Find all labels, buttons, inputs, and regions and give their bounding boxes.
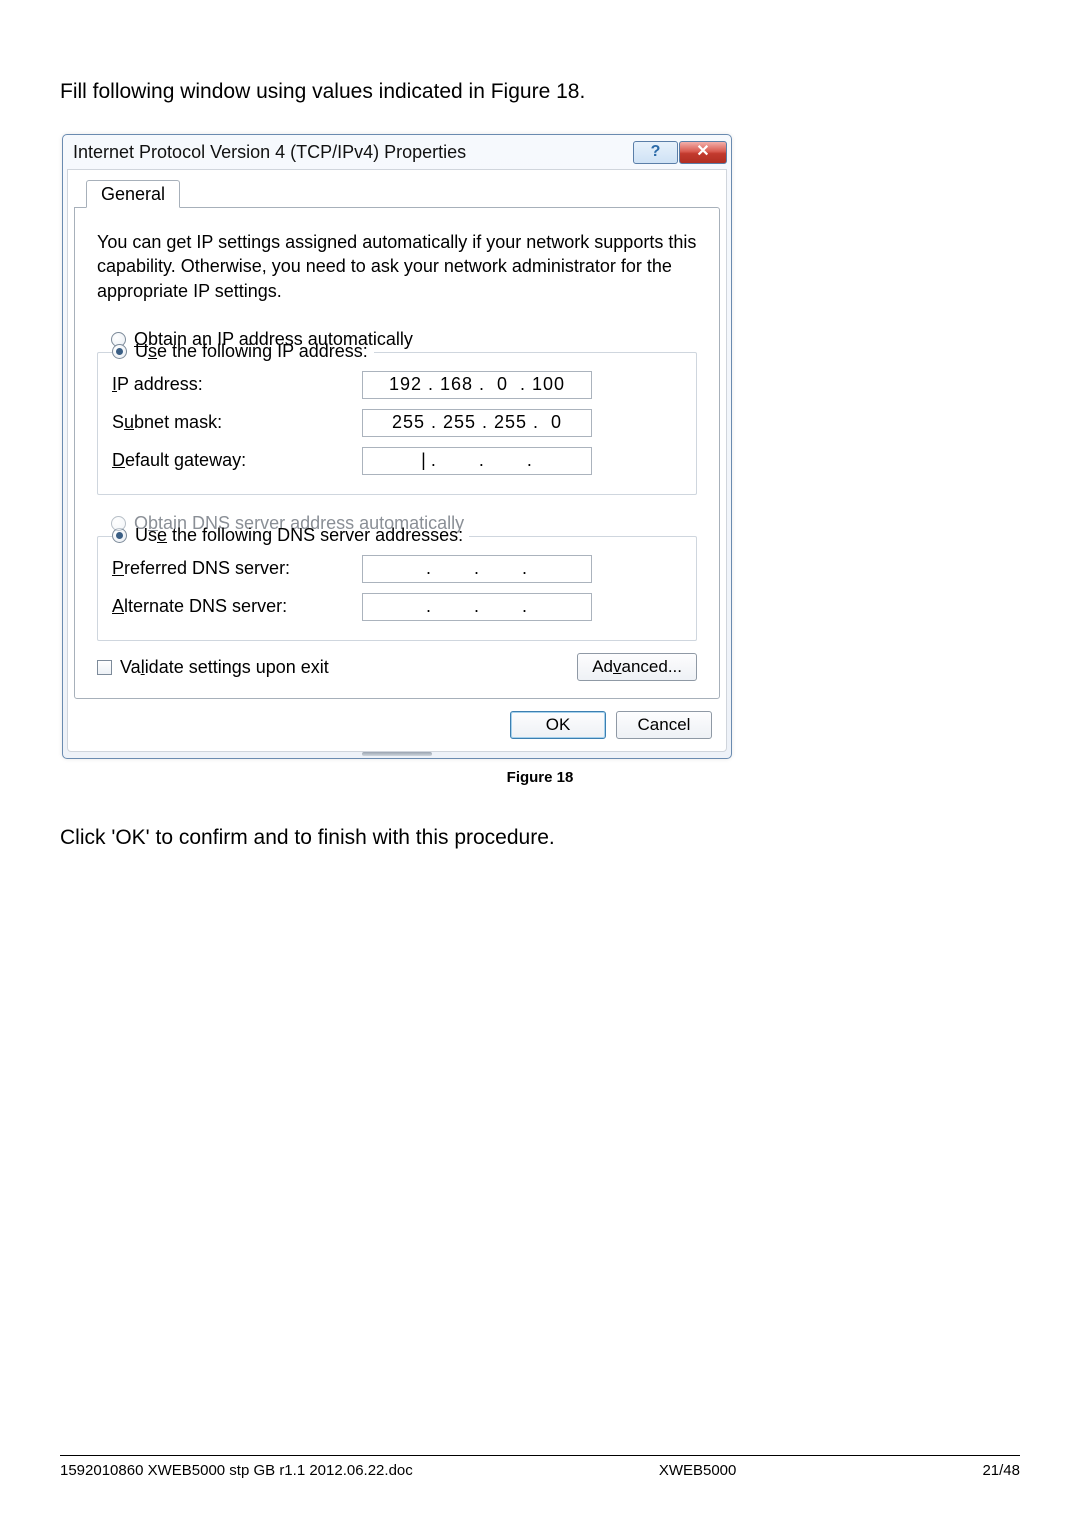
footer-left: 1592010860 XWEB5000 stp GB r1.1 2012.06.… — [60, 1462, 413, 1479]
default-gateway-row: Default gateway: . . . — [112, 442, 682, 480]
help-button[interactable]: ? — [633, 141, 678, 164]
intro-text: Fill following window using values indic… — [60, 80, 1020, 104]
alternate-dns-input[interactable]: . . . — [362, 593, 592, 621]
preferred-dns-row: Preferred DNS server: . . . — [112, 550, 682, 588]
close-button[interactable]: ✕ — [679, 141, 727, 164]
dialog-client-area: General You can get IP settings assigned… — [67, 169, 727, 752]
ip-settings-group: Use the following IP address: IP address… — [97, 352, 697, 495]
dialog-titlebar: Internet Protocol Version 4 (TCP/IPv4) P… — [63, 135, 731, 169]
radio-icon — [112, 344, 127, 359]
validate-checkbox-row[interactable]: Validate settings upon exit — [97, 653, 329, 682]
general-tab-panel: You can get IP settings assigned automat… — [74, 207, 720, 699]
ip-address-input[interactable]: 192 . 168 . 0 . 100 — [362, 371, 592, 399]
radio-ip-manual-label: Use the following IP address: — [135, 341, 368, 362]
checkbox-icon — [97, 660, 112, 675]
description-text: You can get IP settings assigned automat… — [97, 230, 697, 303]
radio-dns-manual[interactable]: Use the following DNS server addresses: — [112, 521, 469, 550]
validate-label: Validate settings upon exit — [120, 657, 329, 678]
ip-address-label: IP address: — [112, 374, 362, 395]
radio-icon — [111, 516, 126, 531]
preferred-dns-input[interactable]: . . . — [362, 555, 592, 583]
radio-ip-manual[interactable]: Use the following IP address: — [112, 337, 374, 366]
cancel-button[interactable]: Cancel — [616, 711, 712, 739]
footer-right: 21/48 — [982, 1462, 1020, 1479]
tcpip-properties-dialog: Internet Protocol Version 4 (TCP/IPv4) P… — [62, 134, 732, 759]
dns-settings-group: Use the following DNS server addresses: … — [97, 536, 697, 641]
resize-grip-icon — [63, 752, 731, 758]
outro-text: Click 'OK' to confirm and to finish with… — [60, 826, 1020, 850]
alternate-dns-row: Alternate DNS server: . . . — [112, 588, 682, 626]
dialog-title: Internet Protocol Version 4 (TCP/IPv4) P… — [73, 142, 632, 163]
subnet-mask-row: Subnet mask: 255 . 255 . 255 . 0 — [112, 404, 682, 442]
radio-dns-manual-label: Use the following DNS server addresses: — [135, 525, 463, 546]
subnet-mask-label: Subnet mask: — [112, 412, 362, 433]
page-footer: 1592010860 XWEB5000 stp GB r1.1 2012.06.… — [60, 1455, 1020, 1479]
figure-caption: Figure 18 — [60, 769, 1020, 786]
advanced-button[interactable]: Advanced... — [577, 653, 697, 681]
default-gateway-input[interactable]: . . . — [362, 447, 592, 475]
default-gateway-label: Default gateway: — [112, 450, 362, 471]
ip-address-row: IP address: 192 . 168 . 0 . 100 — [112, 366, 682, 404]
footer-center: XWEB5000 — [659, 1462, 737, 1479]
ok-button[interactable]: OK — [510, 711, 606, 739]
tab-general[interactable]: General — [86, 180, 180, 208]
subnet-mask-input[interactable]: 255 . 255 . 255 . 0 — [362, 409, 592, 437]
preferred-dns-label: Preferred DNS server: — [112, 558, 362, 579]
alternate-dns-label: Alternate DNS server: — [112, 596, 362, 617]
